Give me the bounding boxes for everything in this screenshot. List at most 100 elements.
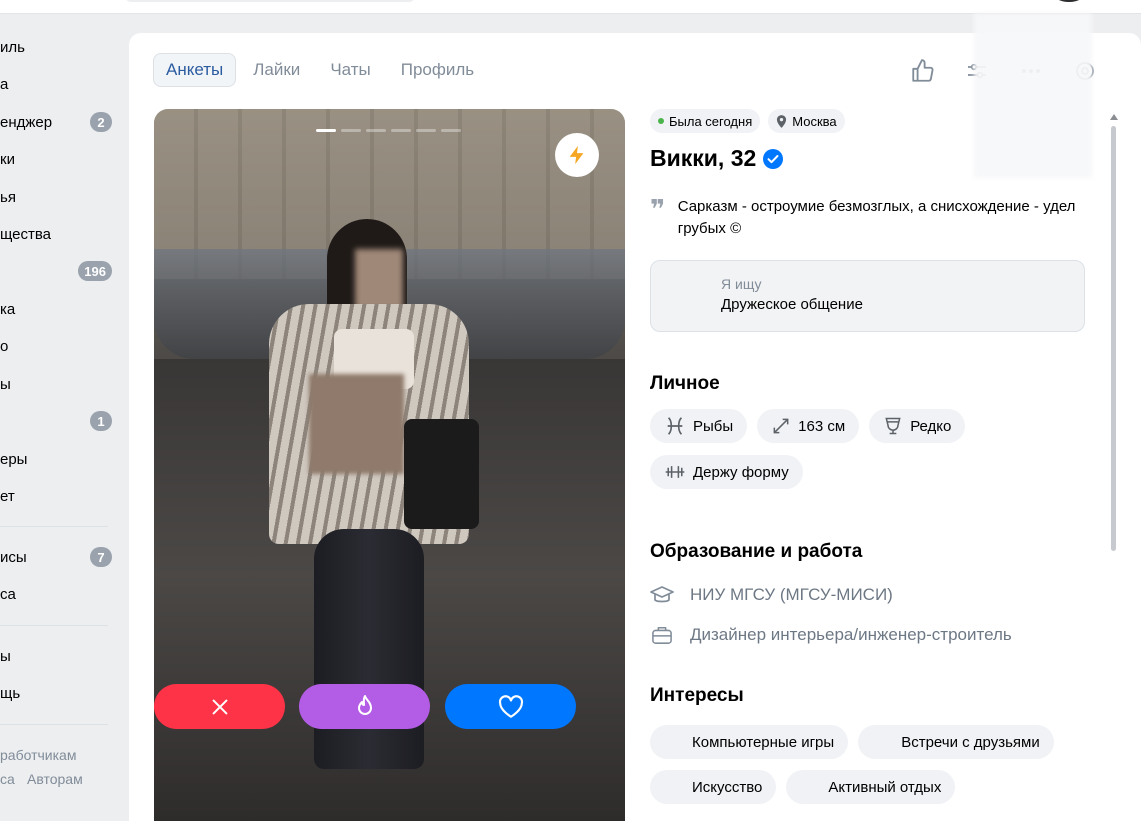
sidebar-item-stickers[interactable]: еры <box>0 444 112 474</box>
tab-likes[interactable]: Лайки <box>240 53 313 87</box>
sidebar-item-news[interactable]: а <box>0 69 112 99</box>
footer-link-developers[interactable]: работчикам <box>0 747 76 763</box>
sidebar-item-label: ы <box>0 375 11 393</box>
scrollbar-thumb[interactable] <box>1111 126 1116 551</box>
tag-label: Рыбы <box>693 417 734 435</box>
profile-bio: ❞ Сарказм - остроумие безмозглых, а снис… <box>650 196 1090 240</box>
job-row: Дизайнер интерьера/инженер-строитель <box>650 615 1090 655</box>
photo-indicator[interactable] <box>441 129 461 132</box>
sidebar-item-label: ет <box>0 487 15 505</box>
counter-badge: 1 <box>90 411 112 431</box>
photo-indicator[interactable] <box>391 129 411 132</box>
boost-button[interactable] <box>555 133 599 177</box>
sidebar-item-label: ка <box>0 300 16 318</box>
sidebar-item-video[interactable]: о <box>0 331 112 361</box>
personal-tags: Рыбы 163 см Редко Держу форму <box>650 409 1090 489</box>
footer-link-authors[interactable]: Авторам <box>27 771 83 787</box>
bio-text: Сарказм - остроумие безмозглых, а снисхо… <box>677 198 1076 237</box>
dumbbell-icon <box>665 466 685 478</box>
glass-icon <box>885 417 901 435</box>
sidebar-item-label: исы <box>0 548 27 566</box>
sidebar-item-communities[interactable]: щества <box>0 219 112 249</box>
blurred-region <box>309 374 404 474</box>
sidebar-item-label: щества <box>0 225 52 243</box>
interest-tag: Активный отдых <box>786 770 956 804</box>
sidebar-item-label: енджер <box>0 113 53 131</box>
tag-label: Редко <box>910 417 952 435</box>
photo-indicator[interactable] <box>341 129 361 132</box>
photo-subject <box>404 419 479 529</box>
status-chips: Была сегодня Москва <box>650 109 1090 133</box>
tab-bar: Анкеты Лайки Чаты Профиль <box>153 53 487 87</box>
graduation-cap-icon <box>650 583 674 607</box>
photo-indicator[interactable] <box>416 129 436 132</box>
tab-profile[interactable]: Профиль <box>388 53 487 87</box>
sidebar-divider <box>0 625 108 626</box>
sidebar-item-label: иль <box>0 38 25 56</box>
looking-for-label: Я ищу <box>721 276 762 292</box>
sidebar-item-photos[interactable]: 196 <box>0 256 112 286</box>
sidebar-item-calls[interactable]: ки <box>0 144 112 174</box>
sidebar-item-clips[interactable]: ы <box>0 369 112 399</box>
sidebar-item-vk-pay[interactable]: са <box>0 579 112 609</box>
profile-info: Была сегодня Москва Викки, 32 ❞ Сарказм … <box>650 109 1090 804</box>
sidebar-item-services[interactable]: исы 7 <box>0 542 112 572</box>
thumbs-up-icon[interactable] <box>907 55 939 87</box>
sidebar-item-bookmarks[interactable]: ы <box>0 641 112 671</box>
footer-link-business[interactable]: са <box>0 771 15 787</box>
blurred-face <box>355 249 403 309</box>
dislike-button[interactable] <box>154 684 285 729</box>
city-text: Москва <box>792 113 837 129</box>
quote-icon: ❞ <box>650 194 666 224</box>
tab-chats[interactable]: Чаты <box>317 53 383 87</box>
sidebar-item-market[interactable]: ет <box>0 481 112 511</box>
dating-card: Анкеты Лайки Чаты Профиль Была сегодня М… <box>129 13 1141 821</box>
sidebar-item-label: ья <box>0 188 16 206</box>
superlike-button[interactable] <box>299 684 430 729</box>
search-input[interactable] <box>125 0 415 2</box>
looking-for-value: Дружеское общение <box>721 296 863 313</box>
sidebar-item-music[interactable]: ка <box>0 294 112 324</box>
sidebar-divider <box>0 724 108 725</box>
height-icon <box>773 418 789 434</box>
sidebar-item-friends[interactable]: ья <box>0 182 112 212</box>
interest-tags: Компьютерные игры Встречи с друзьями Иск… <box>650 725 1090 804</box>
counter-badge: 7 <box>90 547 112 567</box>
sidebar-item-profile[interactable]: иль <box>0 32 112 62</box>
photo-indicator[interactable] <box>366 129 386 132</box>
left-sidebar: иль а енджер 2 ки ья щества 196 ка о ы 1 … <box>0 28 120 821</box>
tab-profiles[interactable]: Анкеты <box>153 53 237 87</box>
sidebar-item-label: са <box>0 585 16 603</box>
briefcase-icon <box>650 623 674 647</box>
counter-badge: 2 <box>90 112 112 132</box>
online-status-text: Была сегодня <box>669 113 753 129</box>
tag-alcohol: Редко <box>869 409 966 443</box>
like-button[interactable] <box>445 684 576 729</box>
sidebar-item-label: ы <box>0 647 11 665</box>
education-row: НИУ МГСУ (МГСУ-МИСИ) <box>650 575 1090 615</box>
sidebar-item-label: ки <box>0 150 15 168</box>
fire-icon <box>357 694 372 715</box>
sidebar-item-games[interactable]: 1 <box>0 406 112 436</box>
section-title-education: Образование и работа <box>650 541 863 562</box>
sidebar-item-label: о <box>0 337 9 355</box>
online-status-badge: Была сегодня <box>650 109 761 133</box>
tag-sport: Держу форму <box>650 455 803 489</box>
profile-name: Викки, 32 <box>650 145 1090 172</box>
lightning-icon <box>569 145 584 165</box>
avatar[interactable] <box>1052 0 1086 2</box>
tag-zodiac: Рыбы <box>650 409 748 443</box>
top-bar <box>0 0 1141 14</box>
sidebar-item-messenger[interactable]: енджер 2 <box>0 107 112 137</box>
close-icon <box>212 699 227 714</box>
job-text: Дизайнер интерьера/инженер-строитель <box>690 625 1012 644</box>
interest-tag: Искусство <box>650 770 777 804</box>
interest-tag: Компьютерные игры <box>650 725 849 759</box>
photo-indicator[interactable] <box>316 129 336 132</box>
verified-icon <box>763 148 784 169</box>
sidebar-item-help[interactable]: щь <box>0 678 112 708</box>
photo-pagination <box>316 129 461 132</box>
sidebar-item-label: а <box>0 75 9 93</box>
scroll-up-arrow-icon[interactable] <box>1110 114 1118 120</box>
scrollbar[interactable] <box>1108 114 1118 821</box>
